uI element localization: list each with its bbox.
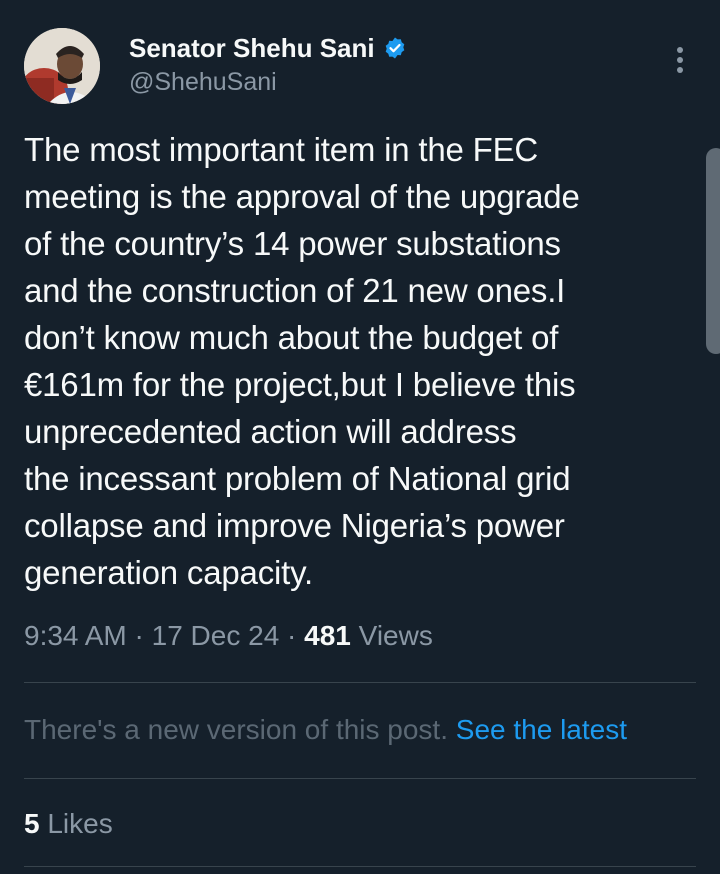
author-handle[interactable]: @ShehuSani bbox=[129, 68, 277, 97]
meta-separator: · bbox=[279, 620, 305, 651]
new-version-notice: There's a new version of this post. See … bbox=[24, 714, 627, 746]
divider bbox=[24, 866, 696, 867]
post-meta: 9:34 AM · 17 Dec 24 · 481 Views bbox=[24, 620, 433, 652]
post-date[interactable]: 17 Dec 24 bbox=[152, 620, 280, 651]
new-version-text: There's a new version of this post. bbox=[24, 714, 456, 745]
see-latest-link[interactable]: See the latest bbox=[456, 714, 627, 745]
scrollbar-handle[interactable] bbox=[706, 148, 720, 354]
author-name-row: Senator Shehu Sani bbox=[129, 30, 407, 66]
verified-badge-icon[interactable] bbox=[383, 36, 407, 60]
views-label: Views bbox=[350, 620, 433, 651]
likes-stat[interactable]: 5 Likes bbox=[24, 808, 113, 840]
avatar-photo bbox=[24, 28, 100, 104]
post-text: The most important item in the FEC meeti… bbox=[24, 131, 580, 591]
views-count: 481 bbox=[304, 620, 351, 651]
post-detail-view: Senator Shehu Sani @ShehuSani The most i… bbox=[0, 0, 720, 874]
likes-count: 5 bbox=[24, 808, 40, 839]
post-time[interactable]: 9:34 AM bbox=[24, 620, 127, 651]
likes-label: Likes bbox=[39, 808, 113, 839]
avatar[interactable] bbox=[24, 28, 100, 104]
more-options-icon[interactable] bbox=[668, 42, 692, 78]
divider bbox=[24, 778, 696, 779]
divider bbox=[24, 682, 696, 683]
author-display-name[interactable]: Senator Shehu Sani bbox=[129, 33, 375, 64]
meta-separator: · bbox=[126, 620, 152, 651]
